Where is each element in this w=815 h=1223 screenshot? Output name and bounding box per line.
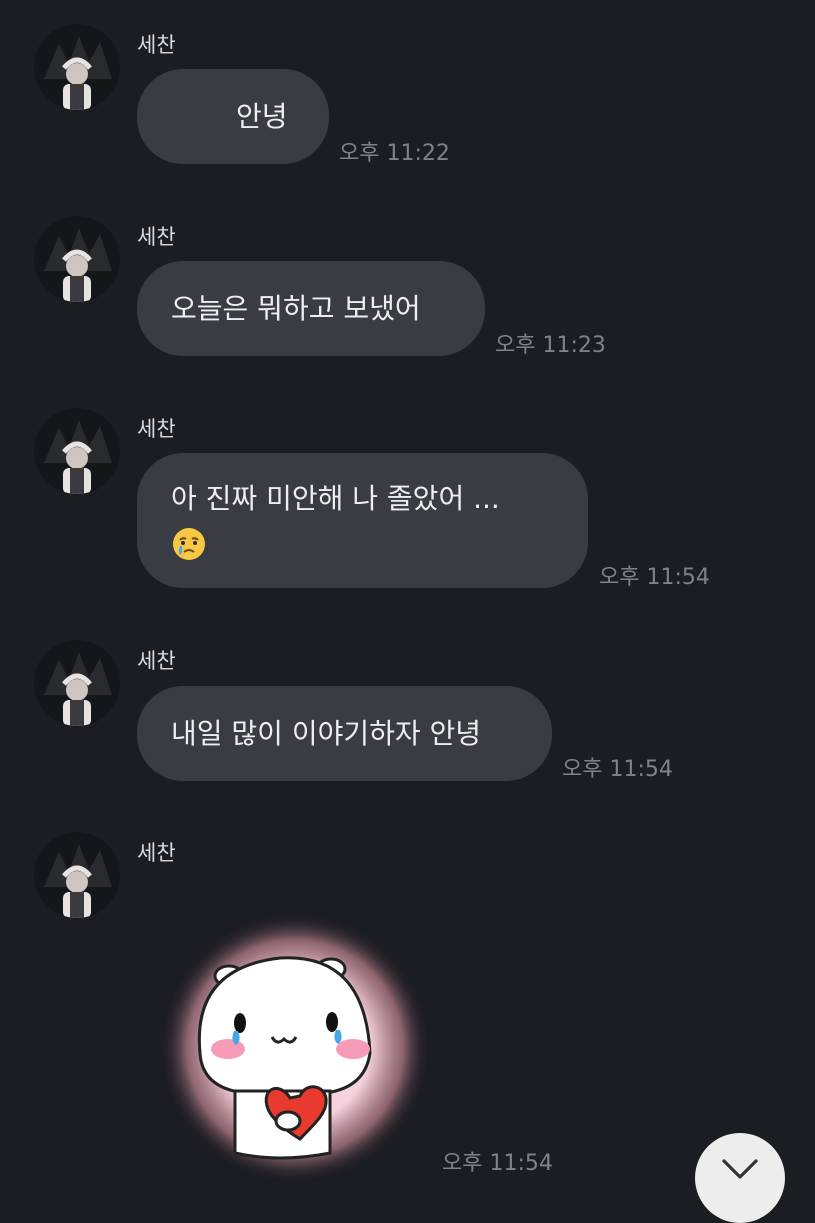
- message-time: 오후 11:54: [442, 1151, 553, 1176]
- message-bubble[interactable]: 아 진짜 미안해 나 졸았어 ...: [137, 453, 588, 588]
- message-bubble[interactable]: 오늘은 뭐하고 보냈어: [137, 261, 485, 356]
- avatar[interactable]: [34, 24, 120, 110]
- message-bubble[interactable]: 안녕: [137, 69, 329, 164]
- message-time: 오후 11:23: [495, 333, 606, 358]
- sender-name: 세찬: [137, 33, 176, 57]
- sender-name: 세찬: [137, 417, 176, 441]
- sender-name: 세찬: [137, 841, 176, 865]
- message-bubble[interactable]: 내일 많이 이야기하자 안녕: [137, 686, 552, 781]
- scroll-to-bottom-button[interactable]: [695, 1133, 785, 1223]
- crying-face-icon: [171, 521, 554, 564]
- chevron-down-icon: [718, 1133, 762, 1195]
- avatar[interactable]: [34, 640, 120, 726]
- message-time: 오후 11:54: [599, 565, 710, 590]
- message-text: 내일 많이 이야기하자 안녕: [171, 716, 482, 750]
- hamster-sticker[interactable]: [160, 913, 430, 1183]
- message-time: 오후 11:22: [339, 141, 450, 166]
- sender-name: 세찬: [137, 649, 176, 673]
- message-text: 아 진짜 미안해 나 졸았어 ...: [171, 482, 500, 516]
- avatar[interactable]: [34, 216, 120, 302]
- message-text: 오늘은 뭐하고 보냈어: [171, 291, 421, 325]
- avatar[interactable]: [34, 832, 120, 918]
- sender-name: 세찬: [137, 225, 176, 249]
- avatar[interactable]: [34, 408, 120, 494]
- message-time: 오후 11:54: [562, 757, 673, 782]
- message-text: 안녕: [236, 99, 288, 133]
